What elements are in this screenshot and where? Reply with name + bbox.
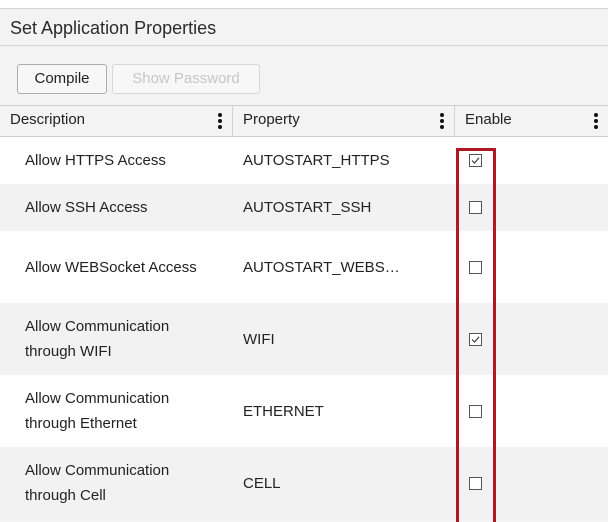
column-menu-icon[interactable] (594, 113, 598, 129)
table-row[interactable]: Allow HTTPS Access AUTOSTART_HTTPS (0, 137, 608, 184)
table-row[interactable]: Allow WEBSocket Access AUTOSTART_WEBS… (0, 231, 608, 303)
grid-body: Allow HTTPS Access AUTOSTART_HTTPS Allow… (0, 137, 608, 519)
enable-cell (455, 231, 608, 303)
property-cell: ETHERNET (243, 402, 324, 420)
compile-button[interactable]: Compile (17, 64, 107, 94)
check-icon (471, 157, 480, 164)
enable-checkbox[interactable] (469, 260, 482, 274)
enable-cell (455, 447, 608, 519)
description-cell: Allow Communication through Ethernet (25, 390, 170, 432)
column-header-label: Description (10, 111, 86, 128)
property-cell: AUTOSTART_WEBS… (243, 258, 400, 276)
enable-cell (455, 303, 608, 375)
column-header-property[interactable]: Property (233, 106, 455, 136)
cropped-top-edge (0, 0, 608, 8)
check-icon (471, 335, 480, 343)
column-header-label: Property (243, 111, 300, 128)
enable-cell (455, 375, 608, 447)
set-application-properties-panel: Set Application Properties Compile Show … (0, 8, 608, 522)
description-cell: Allow WEBSocket Access (25, 258, 197, 276)
enable-checkbox[interactable] (469, 332, 482, 346)
enable-cell (455, 184, 608, 231)
description-cell: Allow Communication through Cell (25, 462, 170, 504)
table-row[interactable]: Allow Communication through WIFI WIFI (0, 303, 608, 375)
grid-header: Description Property Enable (0, 105, 608, 137)
table-row[interactable]: Allow Communication through Cell CELL (0, 447, 608, 519)
column-header-enable[interactable]: Enable (455, 106, 608, 136)
property-cell: AUTOSTART_SSH (243, 199, 372, 216)
enable-checkbox[interactable] (469, 404, 482, 418)
enable-cell (455, 137, 608, 184)
enable-checkbox[interactable] (469, 476, 482, 490)
column-header-description[interactable]: Description (0, 106, 233, 136)
description-cell: Allow HTTPS Access (25, 152, 166, 169)
panel-header: Set Application Properties (0, 9, 608, 46)
column-menu-icon[interactable] (440, 113, 444, 129)
column-menu-icon[interactable] (218, 113, 222, 129)
description-cell: Allow SSH Access (25, 199, 148, 216)
toolbar: Compile Show Password (0, 57, 608, 97)
table-row[interactable]: Allow SSH Access AUTOSTART_SSH (0, 184, 608, 231)
panel-title: Set Application Properties (10, 18, 217, 38)
enable-checkbox[interactable] (469, 154, 482, 167)
show-password-button[interactable]: Show Password (112, 64, 260, 94)
property-cell: CELL (243, 474, 281, 492)
column-header-label: Enable (465, 111, 512, 128)
enable-checkbox[interactable] (469, 201, 482, 214)
table-row[interactable]: Allow Communication through Ethernet ETH… (0, 375, 608, 447)
description-cell: Allow Communication through WIFI (25, 318, 170, 360)
property-cell: WIFI (243, 330, 275, 348)
property-cell: AUTOSTART_HTTPS (243, 152, 390, 169)
